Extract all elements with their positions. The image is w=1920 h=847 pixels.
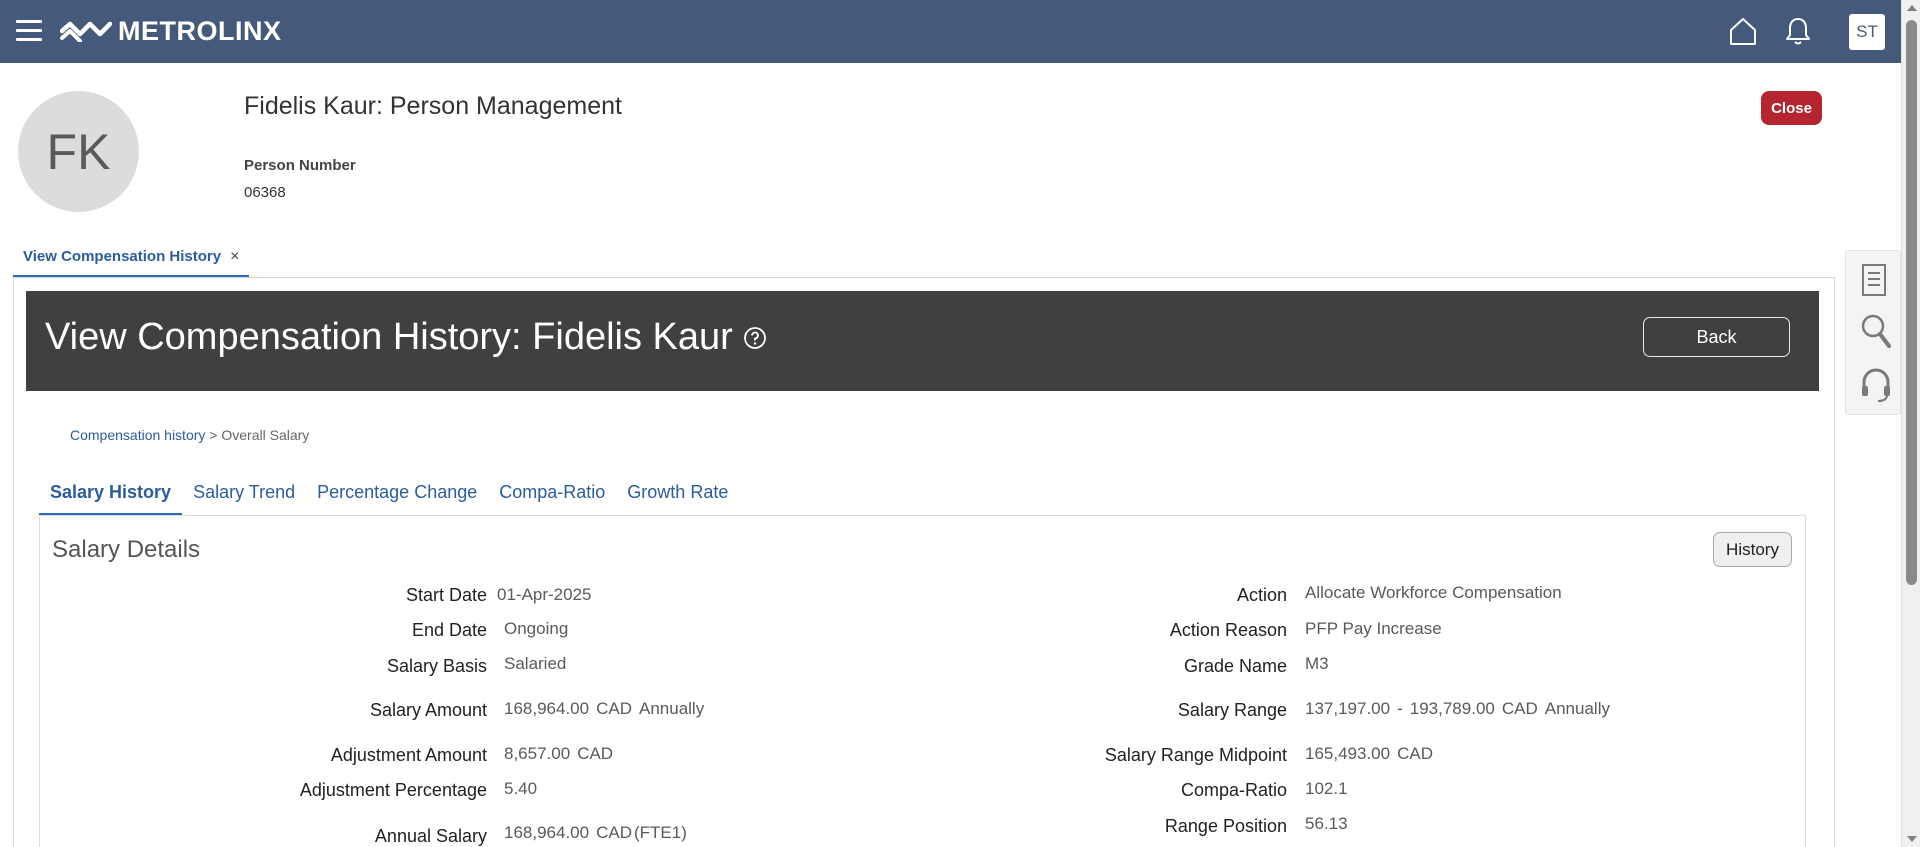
range-position-label: Range Position <box>1164 816 1287 836</box>
tab-compa-ratio[interactable]: Compa-Ratio <box>488 478 616 516</box>
adjustment-percentage-label: Adjustment Percentage <box>299 780 487 800</box>
scrollbar-thumb[interactable] <box>1906 20 1917 585</box>
home-icon[interactable] <box>1727 15 1759 52</box>
page-header-band: View Compensation History: Fidelis Kaur … <box>26 291 1819 391</box>
notifications-bell-icon[interactable] <box>1784 15 1812 52</box>
salary-range-separator: - <box>1397 699 1403 718</box>
compensation-subtabs: Salary History Salary Trend Percentage C… <box>39 478 739 516</box>
search-icon[interactable] <box>1860 313 1892 354</box>
scroll-up-icon[interactable] <box>1907 5 1917 11</box>
top-navigation-bar: METROLINX ST <box>0 0 1901 63</box>
annual-salary-value: 168,964.00 CAD (FTE1) <box>504 823 687 843</box>
salary-basis-value: Salaried <box>504 654 567 673</box>
salary-basis-label: Salary Basis <box>386 656 487 676</box>
grade-name-value: M3 <box>1305 654 1329 673</box>
breadcrumb-current: Overall Salary <box>221 427 310 443</box>
salary-range-value: 137,197.00-193,789.00 CAD Annually <box>1305 699 1610 719</box>
header-title-row: View Compensation History: Fidelis Kaur <box>45 316 767 359</box>
compa-ratio-value: 102.1 <box>1305 779 1348 798</box>
end-date-value: Ongoing <box>504 619 569 638</box>
salary-amount-frequency: Annually <box>639 699 705 718</box>
page-title: Fidelis Kaur: Person Management <box>244 92 622 120</box>
salary-amount-value: 168,964.00 CAD Annually <box>504 699 704 719</box>
salary-range-frequency: Annually <box>1544 699 1610 718</box>
action-reason-value: PFP Pay Increase <box>1305 619 1442 638</box>
salary-range-currency: CAD <box>1501 699 1538 718</box>
page-scrollbar[interactable] <box>1901 0 1920 847</box>
hamburger-menu-icon[interactable] <box>16 20 42 42</box>
annual-salary-label: Annual Salary <box>374 826 487 846</box>
adjustment-amount-label: Adjustment Amount <box>330 745 487 765</box>
metrolinx-logo[interactable]: METROLINX <box>60 15 282 47</box>
salary-range-min: 137,197.00 <box>1305 699 1391 718</box>
midpoint-currency: CAD <box>1397 744 1433 763</box>
tab-salary-history[interactable]: Salary History <box>39 478 183 516</box>
action-reason-label: Action Reason <box>1169 620 1287 640</box>
annual-salary-fte: (FTE1) <box>634 823 687 842</box>
tab-salary-trend[interactable]: Salary Trend <box>182 478 306 516</box>
document-icon[interactable] <box>1860 263 1888 302</box>
salary-amount-currency: CAD <box>596 699 632 718</box>
brand-name: METROLINX <box>118 15 282 46</box>
action-label: Action <box>1236 585 1287 605</box>
person-number-value: 06368 <box>244 184 286 201</box>
header-title: View Compensation History: Fidelis Kaur <box>45 316 733 358</box>
start-date-value: 01-Apr-2025 <box>497 585 592 604</box>
adjustment-amount-number: 8,657.00 <box>504 744 571 763</box>
user-avatar[interactable]: ST <box>1849 14 1885 50</box>
adjustment-amount-value: 8,657.00 CAD <box>504 744 613 764</box>
salary-amount-label: Salary Amount <box>369 700 487 720</box>
headset-support-icon[interactable] <box>1860 366 1892 409</box>
tab-growth-rate[interactable]: Growth Rate <box>616 478 739 516</box>
salary-range-midpoint-label: Salary Range Midpoint <box>1104 745 1287 765</box>
end-date-label: End Date <box>411 620 487 640</box>
person-avatar: FK <box>18 91 139 212</box>
history-button[interactable]: History <box>1713 532 1792 567</box>
close-button[interactable]: Close <box>1761 91 1822 125</box>
breadcrumb-separator: > <box>205 427 222 443</box>
annual-salary-number: 168,964.00 <box>504 823 590 842</box>
action-value: Allocate Workforce Compensation <box>1305 583 1562 602</box>
close-tab-icon[interactable]: × <box>230 248 239 266</box>
tab-label: View Compensation History <box>23 248 222 265</box>
person-number-label: Person Number <box>244 157 356 174</box>
scroll-down-icon[interactable] <box>1907 836 1917 842</box>
midpoint-number: 165,493.00 <box>1305 744 1391 763</box>
adjustment-amount-currency: CAD <box>577 744 614 763</box>
tab-percentage-change[interactable]: Percentage Change <box>306 478 488 516</box>
metrolinx-wave-icon <box>60 21 112 42</box>
grade-name-label: Grade Name <box>1183 656 1287 676</box>
breadcrumb: Compensation history > Overall Salary <box>70 427 309 443</box>
salary-range-midpoint-value: 165,493.00 CAD <box>1305 744 1433 764</box>
help-icon[interactable] <box>743 326 767 350</box>
adjustment-percentage-value: 5.40 <box>504 779 538 798</box>
back-button[interactable]: Back <box>1643 317 1790 357</box>
start-date-label: Start Date <box>405 585 487 605</box>
salary-amount-number: 168,964.00 <box>504 699 590 718</box>
back-button-label: Back <box>1696 326 1737 347</box>
annual-salary-currency: CAD <box>596 823 632 842</box>
salary-range-label: Salary Range <box>1177 700 1287 720</box>
salary-details-title: Salary Details <box>52 536 201 563</box>
salary-range-max: 193,789.00 <box>1409 699 1495 718</box>
side-tools-panel <box>1845 250 1901 415</box>
range-position-value: 56.13 <box>1305 814 1348 833</box>
compa-ratio-label: Compa-Ratio <box>1180 780 1287 800</box>
tab-view-compensation-history[interactable]: View Compensation History × <box>13 238 249 278</box>
breadcrumb-link-compensation-history[interactable]: Compensation history <box>70 427 205 443</box>
